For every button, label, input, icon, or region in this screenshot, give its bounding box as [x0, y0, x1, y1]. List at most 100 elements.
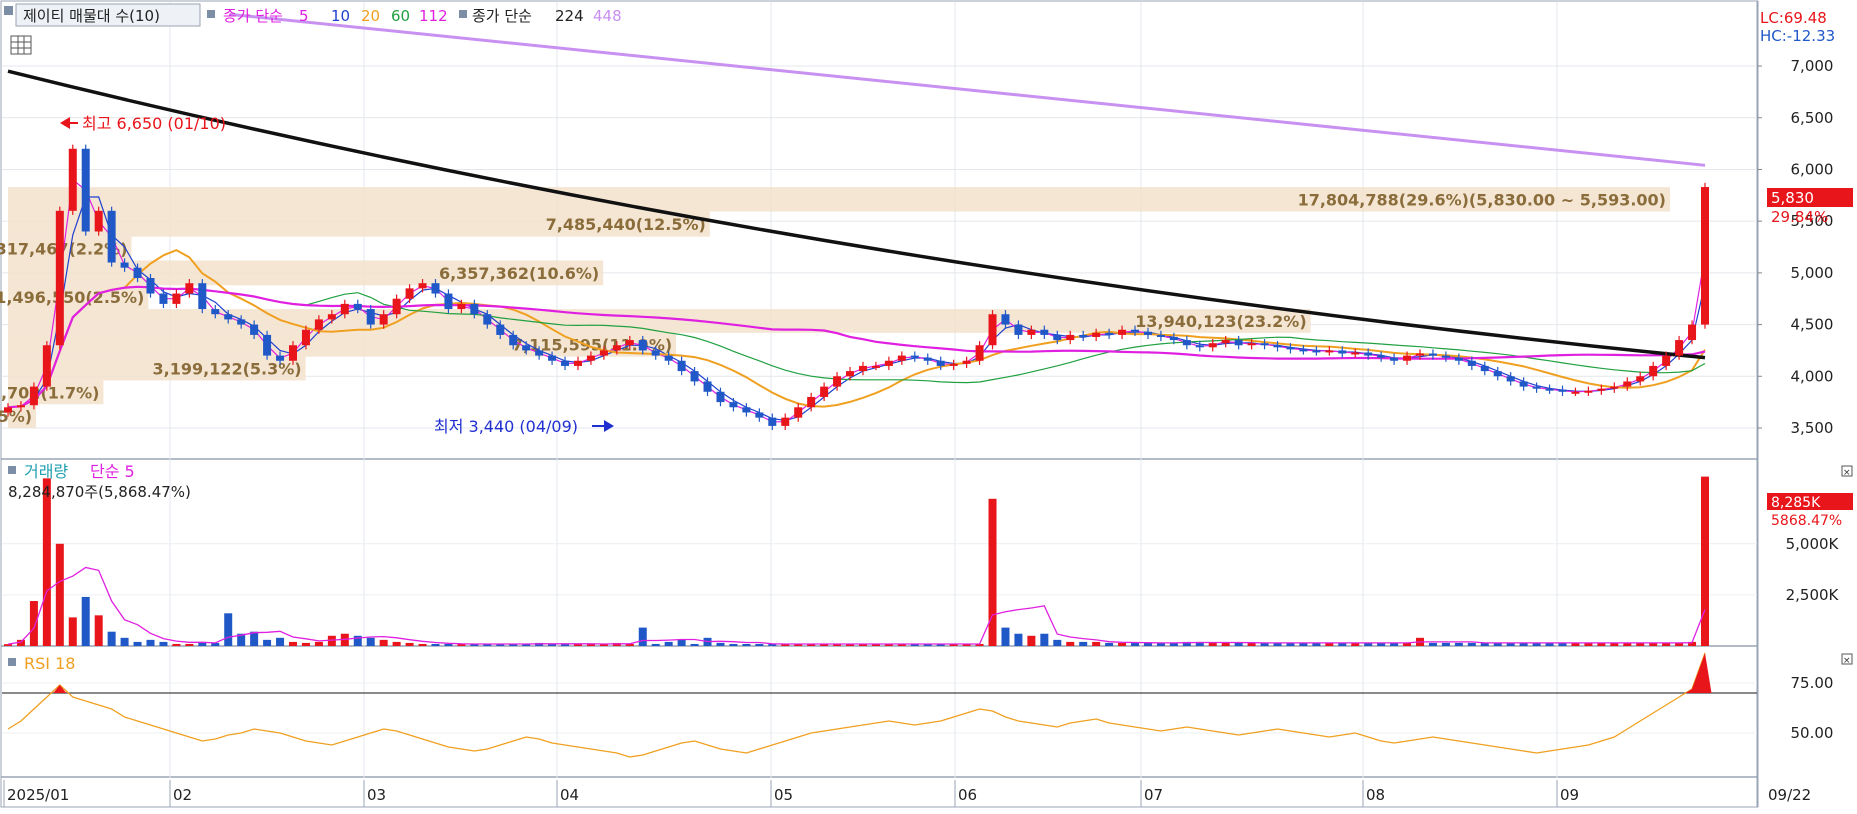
volume-bar [301, 642, 310, 646]
svg-text:×: × [1843, 468, 1851, 478]
candle-body [288, 345, 297, 361]
volume-bar [133, 641, 142, 646]
candle-body [1467, 360, 1476, 366]
rsi-menu-icon[interactable] [8, 658, 16, 666]
volume-tick-label: 2,500K [1786, 586, 1840, 604]
candle-body [1247, 343, 1256, 346]
volume-profile-bar [8, 309, 1311, 333]
candle-body [1312, 350, 1321, 353]
candle-body [1118, 329, 1127, 335]
candle-body [1584, 390, 1593, 393]
price-tick-label: 6,500 [1791, 109, 1834, 127]
candle-body [949, 363, 958, 366]
grid-icon[interactable] [10, 35, 32, 55]
candle-body [923, 357, 932, 361]
candle-body [1131, 329, 1140, 332]
candle-body [651, 350, 660, 356]
volume-bar [1701, 476, 1709, 646]
candle-body [120, 262, 129, 268]
volume-profile-label: 3,199,122(5.3%) [152, 360, 301, 379]
volume-bar [1092, 641, 1101, 646]
candle-body [768, 417, 777, 426]
candle-body [211, 309, 220, 315]
volume-bar [263, 639, 272, 646]
candle-body [1273, 345, 1282, 348]
volume-bar [1079, 641, 1088, 646]
candle-body [1688, 324, 1697, 341]
volume-bar [1428, 642, 1437, 646]
volume-profile-label: 6,357,362(10.6%) [439, 264, 599, 283]
volume-bar [690, 643, 699, 646]
volume-bar [1441, 642, 1450, 646]
volume-bar [651, 643, 660, 646]
volume-bar [172, 643, 181, 646]
candle-body [820, 386, 829, 397]
candle-body [68, 148, 77, 211]
candle-body [1701, 187, 1709, 325]
volume-bar [392, 641, 401, 646]
ma-period-60: 60 [391, 7, 410, 25]
volume-bar [4, 644, 12, 646]
ma-period-5: 5 [299, 7, 309, 25]
volume-bar [55, 543, 64, 646]
candle-body [573, 360, 582, 366]
volume-bar [146, 639, 155, 646]
candle-body [729, 402, 738, 408]
candle-body [1325, 350, 1334, 353]
candle-body [1675, 340, 1684, 356]
candle-body [496, 324, 505, 335]
volume-bar [366, 637, 375, 646]
candle-body [185, 283, 194, 294]
candle-body [703, 381, 712, 392]
candle-body [1338, 350, 1347, 354]
ma-period-112: 112 [419, 7, 448, 25]
stock-chart: 17,804,788(29.6%)(5,830.00 ~ 5,593.00) 7,… [0, 0, 1857, 810]
svg-text:×: × [1843, 656, 1851, 666]
volume-bar [1208, 642, 1217, 646]
candle-body [379, 314, 388, 325]
candle-body [1441, 355, 1450, 358]
x-tick-label: 05 [774, 786, 793, 804]
candle-body [483, 314, 492, 325]
volume-bar [29, 601, 38, 646]
candle-body [677, 360, 686, 372]
rsi-tick-label: 50.00 [1791, 724, 1834, 742]
candle-body [716, 391, 725, 403]
low-label: 최저 3,440 (04/09) [434, 417, 578, 436]
x-tick-label: 02 [173, 786, 192, 804]
candle-body [1027, 329, 1036, 335]
candle-body [1610, 386, 1619, 389]
panel-menu-icon[interactable] [4, 6, 13, 15]
volume-bar [677, 639, 686, 646]
candle-body [1208, 343, 1217, 348]
chart-canvas[interactable]: 17,804,788(29.6%)(5,830.00 ~ 5,593.00) 7,… [0, 0, 1857, 810]
candle-body [457, 303, 466, 310]
ma2-menu-icon[interactable] [459, 10, 467, 18]
candle-body [975, 345, 984, 361]
volume-profile-label: 13,940,123(23.2%) [1135, 312, 1306, 331]
price-tick-label: 4,500 [1791, 316, 1834, 334]
candle-body [781, 417, 790, 426]
volume-bar [1053, 639, 1062, 646]
x-tick-label: 08 [1366, 786, 1385, 804]
candle-body [807, 396, 816, 408]
x-tick-label: 09 [1560, 786, 1579, 804]
candle-body [1416, 353, 1425, 356]
volume-bar [716, 642, 725, 646]
volume-menu-icon[interactable] [8, 466, 16, 474]
candle-body [1558, 389, 1567, 392]
volume-bar [1014, 633, 1023, 646]
ma-menu-icon[interactable] [207, 10, 215, 18]
ma-label-2: 종가 단순 [472, 7, 532, 25]
price-badge-change: 29.84% [1771, 208, 1828, 226]
volume-bar [1118, 642, 1127, 646]
candle-body [936, 360, 945, 366]
x-tick-label: 2025/01 [7, 786, 69, 804]
candle-body [444, 293, 453, 310]
candle-body [690, 371, 699, 382]
candle-body [276, 355, 285, 361]
candle-body [1299, 349, 1308, 352]
candle-body [625, 340, 634, 346]
lc-label: LC:69.48 [1760, 9, 1827, 27]
volume-bar [42, 478, 51, 646]
